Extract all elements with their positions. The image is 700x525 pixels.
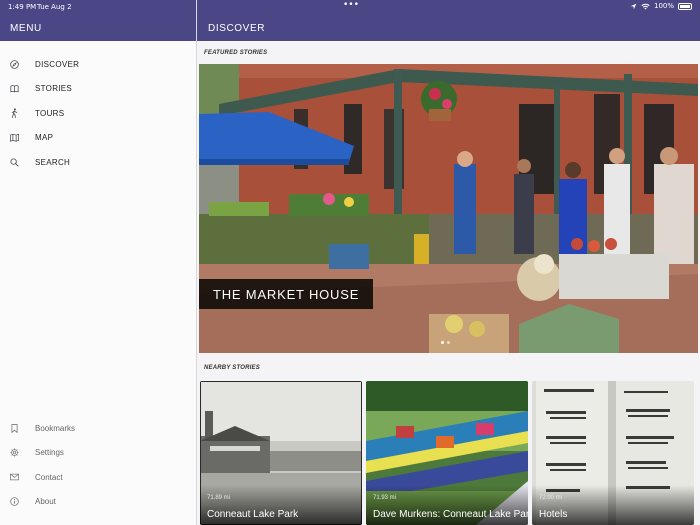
sidebar: MENU DISCOVER STORIES TOURS MAP SEARCH B… <box>0 0 197 525</box>
status-bar: 1:49 PM Tue Aug 2 ••• 100% <box>0 0 700 13</box>
nearby-stories-list: 71.89 mi Conneaut Lake Park 71.93 mi Dav… <box>200 381 700 525</box>
walking-icon <box>10 108 19 119</box>
sidebar-item-label: MAP <box>35 133 54 143</box>
book-icon <box>10 84 19 93</box>
sidebar-item-label: STORIES <box>35 84 73 94</box>
sidebar-item-search[interactable]: SEARCH <box>0 150 197 175</box>
sidebar-item-label: TOURS <box>35 108 65 118</box>
sidebar-item-label: Bookmarks <box>35 423 76 433</box>
featured-story-image <box>199 64 698 353</box>
story-title: Hotels <box>539 509 568 520</box>
compass-icon <box>10 59 19 69</box>
page-dot-active <box>441 341 444 344</box>
story-title: Dave Murkens: Conneaut Lake Park <box>373 509 528 520</box>
sidebar-item-settings[interactable]: Settings <box>0 441 197 466</box>
sidebar-item-bookmarks[interactable]: Bookmarks <box>0 416 197 441</box>
page-indicator[interactable] <box>441 341 450 344</box>
nearby-story-card[interactable]: 71.89 mi Conneaut Lake Park <box>200 381 362 525</box>
search-icon <box>10 158 19 167</box>
featured-story-card[interactable]: THE MARKET HOUSE <box>199 64 698 353</box>
nearby-story-card[interactable]: 72.00 mi Hotels <box>532 381 694 525</box>
sidebar-item-label: SEARCH <box>35 157 71 167</box>
wifi-icon <box>641 3 650 9</box>
sidebar-nav: DISCOVER STORIES TOURS MAP SEARCH <box>0 52 197 175</box>
nearby-story-card[interactable]: 71.93 mi Dave Murkens: Conneaut Lake Par… <box>366 381 528 525</box>
sidebar-item-stories[interactable]: STORIES <box>0 77 197 102</box>
battery-percent: 100% <box>653 2 674 10</box>
featured-story-title: THE MARKET HOUSE <box>199 279 374 309</box>
sidebar-item-tours[interactable]: TOURS <box>0 101 197 126</box>
sidebar-title: MENU <box>10 23 42 34</box>
story-distance: 72.00 mi <box>539 495 563 501</box>
sidebar-footer: Bookmarks Settings Contact About <box>0 416 197 514</box>
main-content: DISCOVER FEATURED STORIES THE MARKET HOU… <box>197 0 700 525</box>
sidebar-item-discover[interactable]: DISCOVER <box>0 52 197 77</box>
page-title: DISCOVER <box>208 23 266 34</box>
sidebar-item-map[interactable]: MAP <box>0 126 197 151</box>
sidebar-item-label: About <box>35 497 56 507</box>
featured-stories-label: FEATURED STORIES <box>204 50 268 56</box>
sidebar-item-contact[interactable]: Contact <box>0 465 197 490</box>
story-title: Conneaut Lake Park <box>207 509 299 520</box>
multitasking-dots[interactable]: ••• <box>343 0 359 10</box>
bookmark-icon <box>10 423 19 433</box>
sidebar-item-label: DISCOVER <box>35 59 80 69</box>
sidebar-item-label: Settings <box>35 448 64 458</box>
sidebar-item-label: Contact <box>35 472 63 482</box>
status-right: 100% <box>630 2 692 10</box>
location-icon <box>630 3 637 9</box>
battery-icon <box>678 2 692 10</box>
story-distance: 71.93 mi <box>373 495 397 501</box>
status-time: 1:49 PM <box>8 3 37 11</box>
sidebar-item-about[interactable]: About <box>0 490 197 515</box>
gear-icon <box>10 448 19 457</box>
info-icon <box>10 497 19 507</box>
envelope-icon <box>10 473 19 482</box>
nearby-stories-label: NEARBY STORIES <box>204 365 260 371</box>
map-icon <box>10 133 19 142</box>
story-distance: 71.89 mi <box>207 495 231 501</box>
page-dot <box>447 341 450 344</box>
status-date: Tue Aug 2 <box>37 3 72 11</box>
